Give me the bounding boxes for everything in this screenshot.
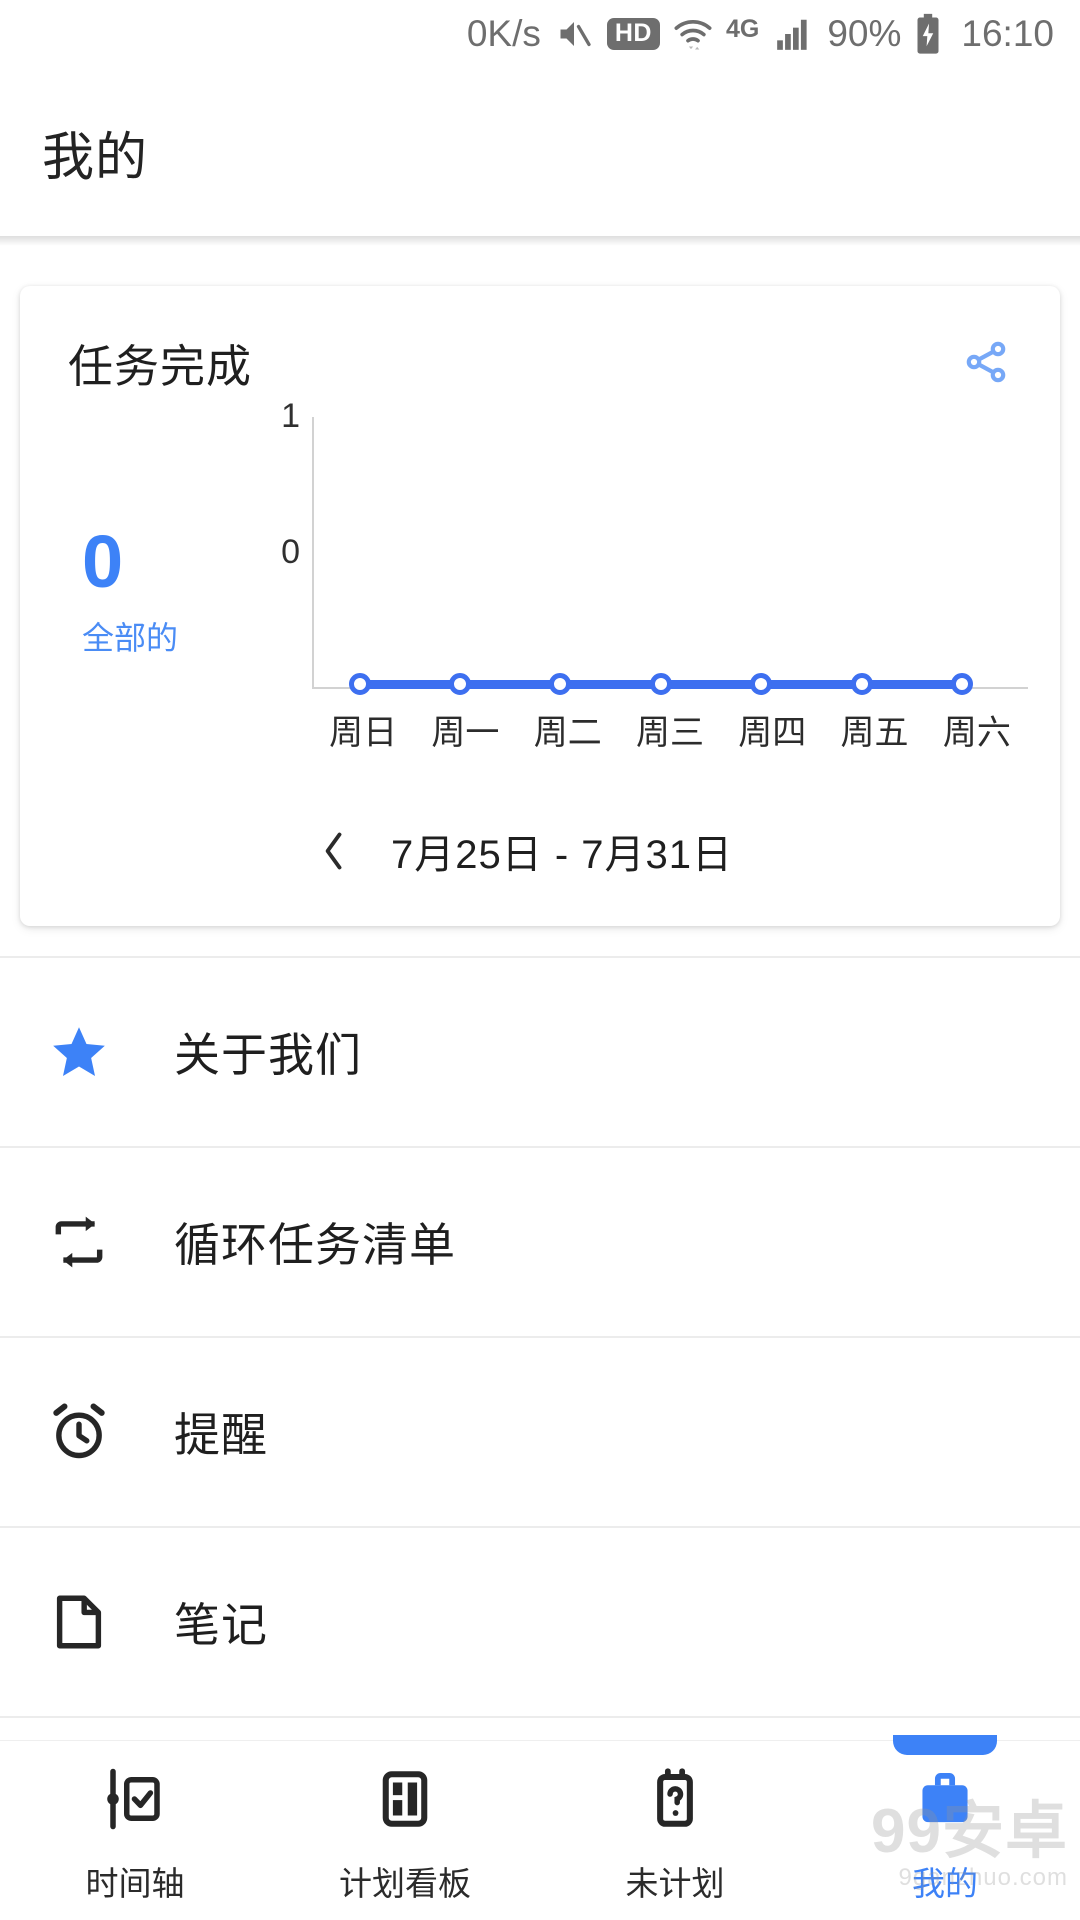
x-tick-label: 周三 bbox=[635, 714, 704, 752]
x-tick-label: 周六 bbox=[942, 714, 1011, 752]
data-point[interactable] bbox=[951, 673, 973, 695]
app-bar-divider bbox=[0, 236, 1080, 246]
data-point[interactable] bbox=[349, 673, 371, 695]
y-tick-0: 0 bbox=[281, 533, 300, 571]
active-tab-indicator bbox=[893, 1735, 997, 1755]
page-title: 我的 bbox=[42, 128, 149, 187]
x-tick-label: 周四 bbox=[738, 714, 807, 752]
nav-item-label: 未计划 bbox=[625, 1864, 725, 1902]
app-bar: 我的 bbox=[0, 68, 1080, 236]
menu-item-reminders[interactable]: 提醒 bbox=[0, 1338, 1080, 1528]
nav-item-plan-board[interactable]: 计划看板 bbox=[270, 1741, 540, 1920]
data-point[interactable] bbox=[650, 673, 672, 695]
battery-percent-text: 90% bbox=[827, 13, 902, 54]
nav-item-mine[interactable]: 我的 bbox=[810, 1735, 1080, 1920]
data-point[interactable] bbox=[549, 673, 571, 695]
card-title: 任务完成 bbox=[68, 341, 253, 392]
nav-item-unplanned[interactable]: 未计划 bbox=[540, 1741, 810, 1920]
repeat-icon bbox=[48, 1211, 130, 1273]
wifi-icon bbox=[673, 14, 713, 54]
status-bar: 0K/s HD 4G 90% 16:10 bbox=[0, 0, 1080, 68]
x-axis-labels: 周日 周一 周二 周三 周四 周五 周六 bbox=[312, 705, 1028, 754]
total-summary: 0 全部的 bbox=[82, 525, 262, 659]
nav-item-timeline[interactable]: 时间轴 bbox=[0, 1741, 270, 1920]
network-type-text: 4G bbox=[725, 14, 760, 43]
unplanned-question-icon bbox=[642, 1757, 708, 1841]
briefcase-icon bbox=[912, 1757, 978, 1841]
clock-time-text: 16:10 bbox=[961, 13, 1054, 54]
mute-icon bbox=[554, 16, 594, 52]
stats-card-area: 任务完成 0 全部的 1 0 周日 周一 周二 周三 周四 周五 周六 7月25… bbox=[0, 246, 1080, 956]
data-point[interactable] bbox=[449, 673, 471, 695]
nav-item-label: 计划看板 bbox=[339, 1864, 471, 1902]
battery-charging-icon bbox=[914, 13, 942, 55]
star-icon bbox=[48, 1021, 130, 1083]
nav-item-label: 时间轴 bbox=[85, 1864, 185, 1902]
signal-bars-icon bbox=[772, 15, 814, 53]
bottom-navigation-bar: 时间轴 计划看板 未计划 我的 bbox=[0, 1735, 1080, 1920]
x-tick-label: 周二 bbox=[533, 714, 602, 752]
network-speed-text: 0K/s bbox=[466, 13, 541, 54]
date-range-label: 7月25日 - 7月31日 bbox=[390, 833, 734, 877]
total-label: 全部的 bbox=[82, 620, 179, 656]
menu-item-label: 关于我们 bbox=[174, 1029, 362, 1081]
share-icon[interactable] bbox=[954, 330, 1018, 394]
kanban-board-icon bbox=[372, 1757, 438, 1841]
task-completion-card: 任务完成 0 全部的 1 0 周日 周一 周二 周三 周四 周五 周六 7月25… bbox=[20, 286, 1060, 926]
note-document-icon bbox=[48, 1591, 130, 1653]
timeline-check-icon bbox=[102, 1757, 168, 1841]
chevron-left-icon[interactable] bbox=[317, 828, 351, 874]
menu-item-recurring-tasks[interactable]: 循环任务清单 bbox=[0, 1148, 1080, 1338]
x-tick-label: 周日 bbox=[329, 714, 398, 752]
y-tick-1: 1 bbox=[281, 397, 300, 435]
date-range-nav: 7月25日 - 7月31日 bbox=[20, 822, 1060, 880]
menu-item-label: 笔记 bbox=[174, 1599, 268, 1651]
menu-item-label: 提醒 bbox=[174, 1409, 268, 1461]
phone-screen: 0K/s HD 4G 90% 16:10 我的 任务完成 0 全部的 1 0 周… bbox=[0, 0, 1080, 1920]
menu-item-about-us[interactable]: 关于我们 bbox=[0, 958, 1080, 1148]
data-point[interactable] bbox=[750, 673, 772, 695]
menu-list: 关于我们 循环任务清单 提醒 笔记 bbox=[0, 956, 1080, 1718]
card-header: 任务完成 bbox=[20, 286, 1060, 395]
total-value: 0 bbox=[82, 520, 124, 603]
alarm-clock-icon bbox=[48, 1401, 130, 1463]
x-tick-label: 周一 bbox=[431, 714, 500, 752]
nav-item-label: 我的 bbox=[912, 1864, 978, 1902]
chart-container: 0 全部的 1 0 周日 周一 周二 周三 周四 周五 周六 bbox=[20, 397, 1060, 765]
line-chart-plot: 1 0 周日 周一 周二 周三 周四 周五 周六 bbox=[268, 397, 1028, 752]
x-tick-label: 周五 bbox=[840, 714, 909, 752]
y-axis bbox=[312, 417, 314, 689]
data-point[interactable] bbox=[851, 673, 873, 695]
hd-badge: HD bbox=[606, 18, 660, 50]
menu-item-label: 循环任务清单 bbox=[174, 1219, 456, 1271]
menu-item-notes[interactable]: 笔记 bbox=[0, 1528, 1080, 1718]
